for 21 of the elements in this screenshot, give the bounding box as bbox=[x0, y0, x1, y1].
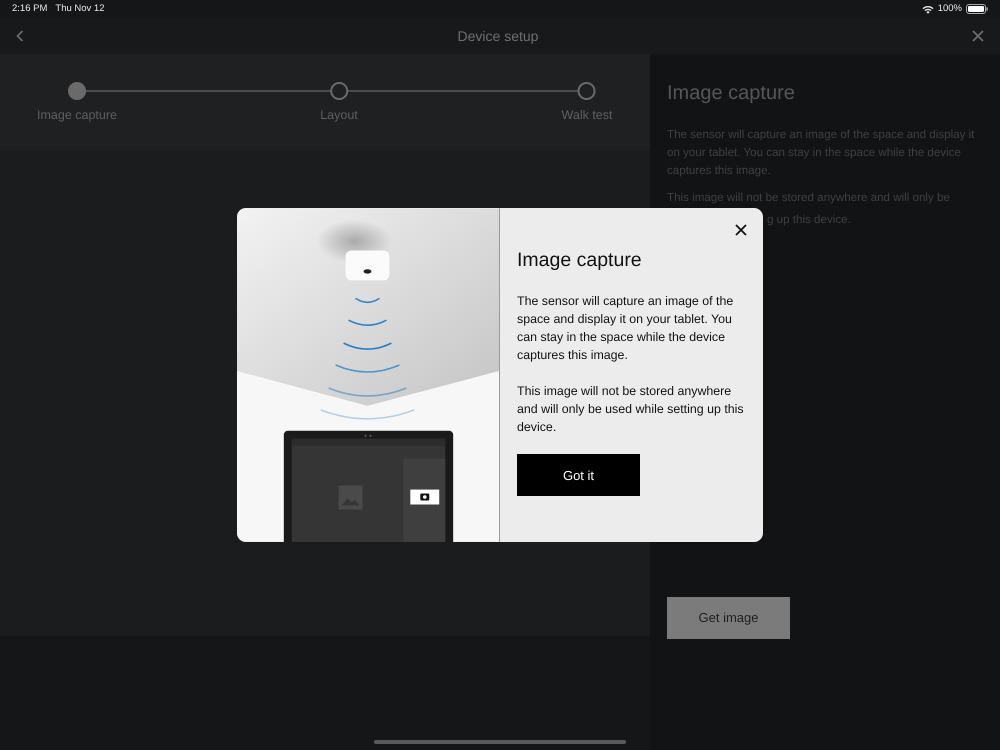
step-indicator[interactable] bbox=[578, 82, 596, 100]
panel-title: Image capture bbox=[667, 81, 796, 106]
time-text: 2:16 PM bbox=[12, 2, 48, 16]
close-button[interactable] bbox=[733, 222, 749, 238]
step-label: Walk test bbox=[562, 107, 612, 124]
dialog-description: This image will not be stored anywhere and will only be used while setting up this device. bbox=[517, 383, 745, 436]
dialog-description: The sensor will capture an image of the space and display it on your tablet. You can stay in the space while the device captures this image. bbox=[517, 293, 734, 364]
battery-icon bbox=[966, 4, 988, 14]
step-indicator[interactable] bbox=[330, 82, 348, 100]
date-text: Thu Nov 12 bbox=[55, 2, 105, 16]
header-title: Device setup bbox=[458, 26, 538, 46]
close-icon[interactable] bbox=[972, 30, 984, 42]
step-label: Image capture bbox=[37, 107, 117, 124]
battery-percentage: 100% bbox=[938, 2, 962, 16]
step-indicator[interactable] bbox=[68, 82, 86, 100]
dialog-title: Image capture bbox=[517, 248, 643, 273]
back-icon[interactable] bbox=[16, 30, 24, 42]
got-it-button[interactable]: Got it bbox=[517, 454, 640, 496]
wifi-icon bbox=[922, 4, 934, 14]
get-image-button[interactable]: Get image bbox=[667, 597, 790, 639]
step-label: Layout bbox=[320, 107, 358, 124]
